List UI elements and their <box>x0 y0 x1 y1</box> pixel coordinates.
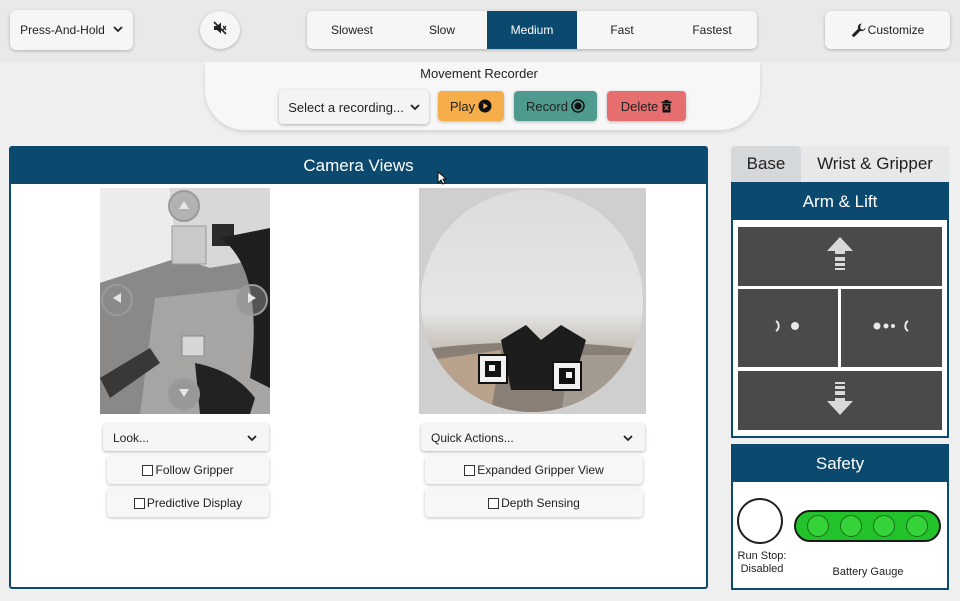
record-label: Record <box>526 98 568 114</box>
recording-select[interactable]: Select a recording... <box>279 90 429 124</box>
tab-base[interactable]: Base <box>731 146 801 182</box>
arm-retract-icon <box>773 319 803 338</box>
delete-button[interactable]: Delete <box>607 91 686 121</box>
predictive-display-checkbox[interactable] <box>133 497 145 509</box>
predictive-display-toggle[interactable]: Predictive Display <box>107 489 269 517</box>
battery-gauge-label: Battery Gauge <box>832 566 904 578</box>
run-stop-button[interactable] <box>737 498 783 544</box>
depth-sensing-checkbox[interactable] <box>488 497 500 509</box>
depth-sensing-label: Depth Sensing <box>501 496 580 510</box>
action-mode-label: Press-And-Hold <box>20 23 105 37</box>
arm-retract-button[interactable] <box>738 289 838 367</box>
battery-cell <box>872 515 895 537</box>
play-label: Play <box>449 98 476 114</box>
action-mode-select[interactable]: Press-And-Hold <box>10 10 133 50</box>
safety-panel: Safety Run Stop: Disabled Battery Gauge <box>731 444 949 590</box>
arm-lift-panel: Arm & Lift <box>731 182 949 438</box>
lift-up-icon <box>826 236 854 277</box>
quick-actions-dropdown[interactable]: Quick Actions... <box>421 424 645 451</box>
recording-select-label: Select a recording... <box>288 99 404 115</box>
quick-actions-label: Quick Actions... <box>431 430 514 445</box>
camera-views-title: Camera Views <box>11 148 706 184</box>
look-dropdown-label: Look... <box>113 430 150 445</box>
follow-gripper-checkbox[interactable] <box>142 464 154 476</box>
delete-label: Delete <box>620 98 659 114</box>
lift-down-icon <box>826 380 854 421</box>
tab-wrist-gripper[interactable]: Wrist & Gripper <box>801 146 949 182</box>
expanded-gripper-toggle[interactable]: Expanded Gripper View <box>425 456 643 484</box>
predictive-display-label: Predictive Display <box>146 496 243 510</box>
arrow-left-icon <box>112 291 122 309</box>
lift-up-button[interactable] <box>738 227 942 286</box>
gripper-camera-feed[interactable] <box>419 188 646 414</box>
speed-fastest[interactable]: Fastest <box>667 11 757 49</box>
safety-title: Safety <box>733 446 947 482</box>
expanded-gripper-label: Expanded Gripper View <box>477 463 604 477</box>
chevron-down-icon <box>410 103 420 111</box>
follow-gripper-toggle[interactable]: Follow Gripper <box>107 456 269 484</box>
speed-fast[interactable]: Fast <box>577 11 667 49</box>
top-toolbar: Press-And-Hold Slowest Slow Medium Fast … <box>0 0 960 62</box>
chevron-down-icon <box>113 25 123 36</box>
pan-down-button[interactable] <box>168 378 200 410</box>
fisheye-view <box>421 190 643 412</box>
speed-slowest[interactable]: Slowest <box>307 11 397 49</box>
play-icon <box>478 99 492 113</box>
run-stop-label: Run Stop: Disabled <box>737 550 787 575</box>
arrow-down-icon <box>178 385 190 403</box>
chevron-down-icon <box>247 431 257 445</box>
recorder-title: Movement Recorder <box>420 66 538 81</box>
lift-down-button[interactable] <box>738 371 942 430</box>
pan-left-button[interactable] <box>101 284 133 316</box>
chevron-down-icon <box>623 431 633 445</box>
depth-sensing-toggle[interactable]: Depth Sensing <box>425 489 643 517</box>
camera-views-panel: Camera Views Look... Follow Gripper Pred… <box>9 146 708 589</box>
pan-right-button[interactable] <box>236 284 268 316</box>
mouse-cursor-icon <box>437 170 448 190</box>
arrow-right-icon <box>247 291 257 309</box>
arm-extend-button[interactable] <box>841 289 942 367</box>
trash-icon <box>661 99 672 113</box>
speed-medium[interactable]: Medium <box>487 11 577 49</box>
navigation-camera-feed[interactable] <box>100 188 270 414</box>
expanded-gripper-checkbox[interactable] <box>464 464 476 476</box>
follow-gripper-label: Follow Gripper <box>155 463 234 477</box>
record-button[interactable]: Record <box>514 91 597 121</box>
battery-gauge <box>794 510 941 542</box>
customize-button[interactable]: Customize <box>825 11 950 49</box>
record-icon <box>571 99 585 113</box>
battery-cell <box>840 515 863 537</box>
customize-label: Customize <box>867 23 925 37</box>
play-button[interactable]: Play <box>438 91 504 121</box>
arm-lift-title: Arm & Lift <box>733 184 947 220</box>
battery-cell <box>905 515 928 537</box>
speed-selector: Slowest Slow Medium Fast Fastest <box>307 11 757 49</box>
pan-up-button[interactable] <box>168 190 200 222</box>
movement-recorder: Movement Recorder Select a recording... … <box>205 62 760 130</box>
look-dropdown[interactable]: Look... <box>103 424 269 451</box>
mute-button[interactable] <box>200 11 240 49</box>
wrench-icon <box>851 22 867 38</box>
speed-slow[interactable]: Slow <box>397 11 487 49</box>
speaker-muted-icon <box>212 20 228 41</box>
battery-cell <box>807 515 830 537</box>
arm-extend-icon <box>873 319 911 338</box>
arrow-up-icon <box>178 197 190 215</box>
